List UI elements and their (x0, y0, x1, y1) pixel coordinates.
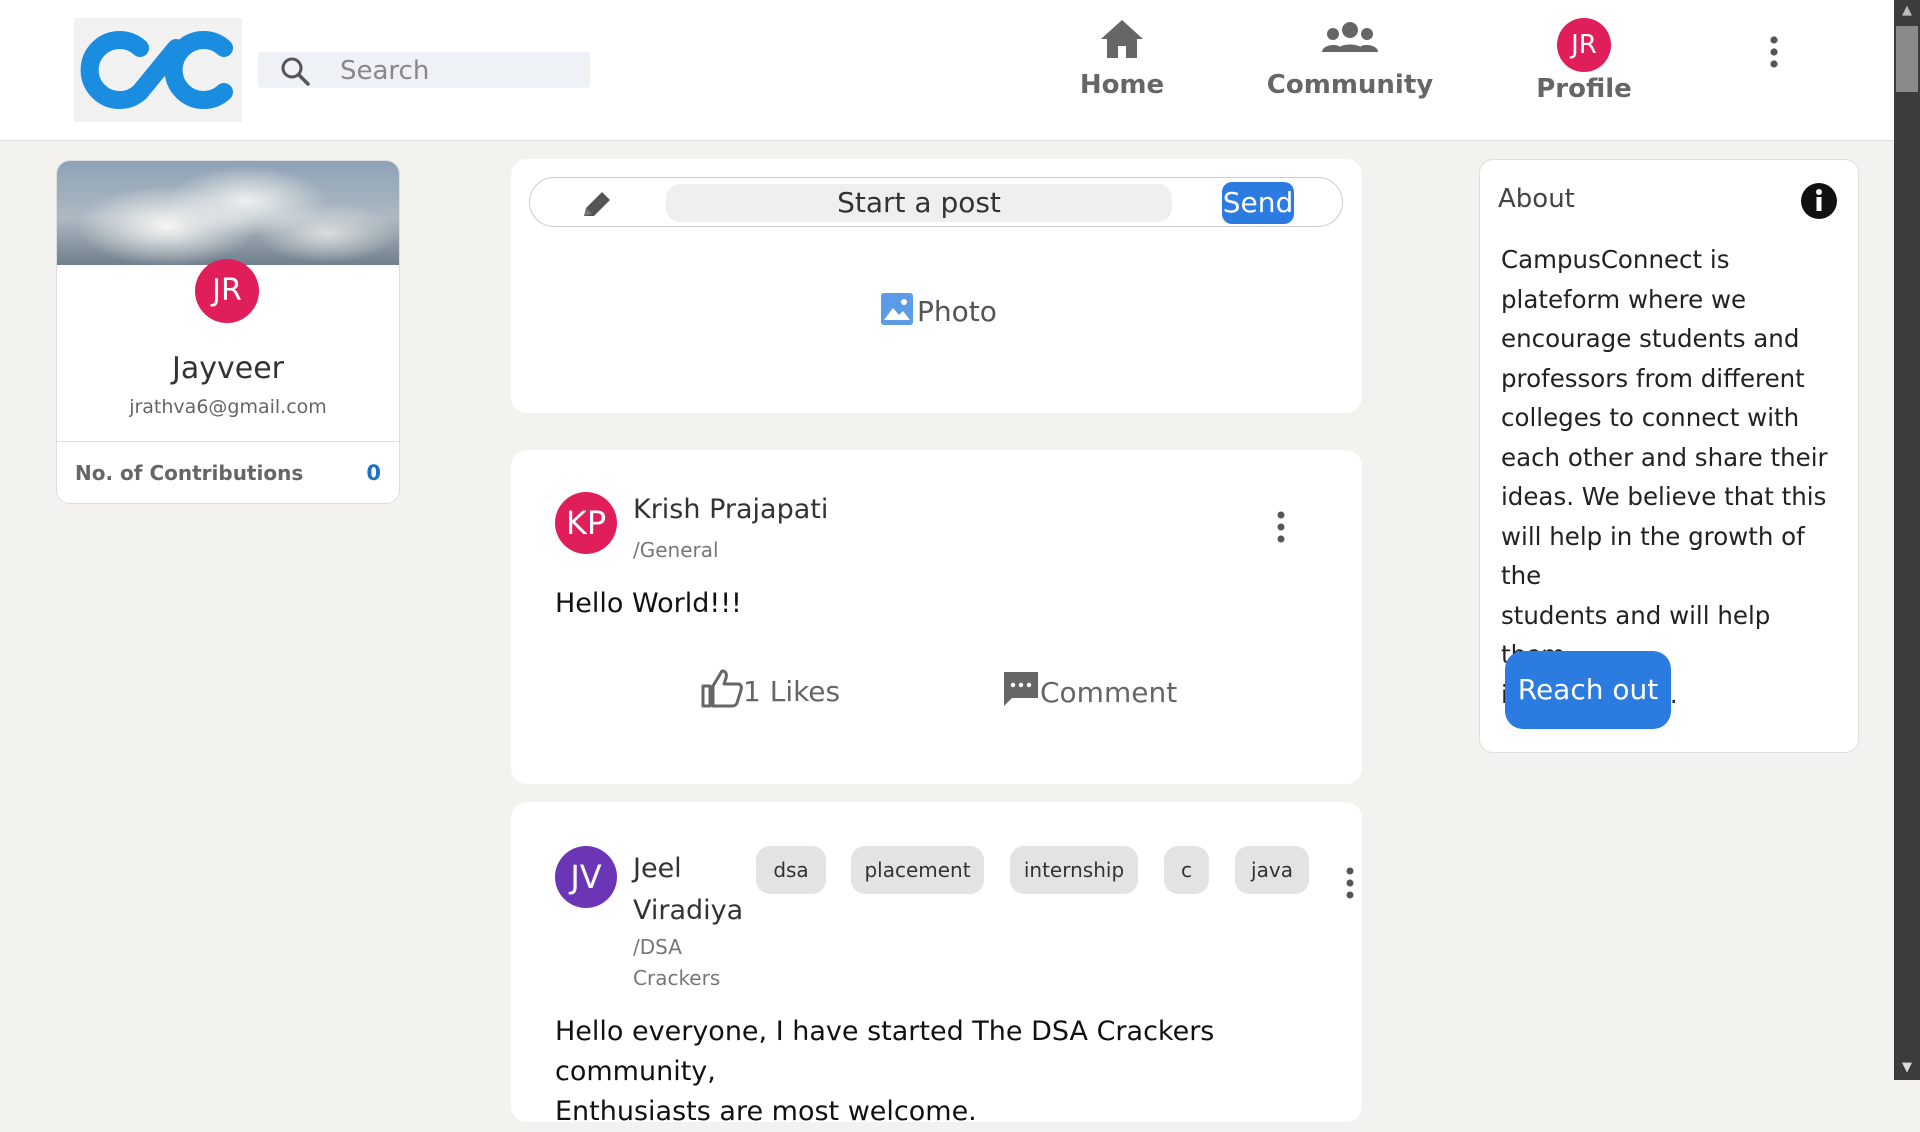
post-text-line2: Enthusiasts are most welcome. (555, 1096, 977, 1127)
nav-profile[interactable]: JR Profile (1484, 18, 1684, 104)
scroll-down-arrow-icon[interactable]: ▼ (1894, 1056, 1920, 1080)
profile-email: jrathva6@gmail.com (129, 396, 327, 418)
tag-chip[interactable]: placement (851, 846, 984, 894)
profile-card: JR Jayveer jrathva6@gmail.com No. of Con… (56, 160, 400, 504)
nav-home[interactable]: Home (1022, 18, 1222, 100)
top-navbar: Home Community JR Profile (0, 0, 1894, 141)
more-vertical-icon[interactable] (1275, 510, 1287, 548)
post-community[interactable]: /General (633, 538, 719, 562)
thumbs-up-icon (701, 668, 743, 715)
photo-icon (881, 293, 913, 329)
nav-profile-label: Profile (1536, 74, 1632, 104)
likes-count: 1 Likes (743, 675, 841, 708)
tag-chip[interactable]: internship (1010, 846, 1138, 894)
compose-row: Start a post Send (529, 177, 1343, 227)
post-card: KP Krish Prajapati /General Hello World!… (511, 450, 1362, 784)
post-community[interactable]: /DSA Crackers (633, 932, 720, 994)
pencil-icon[interactable] (580, 188, 614, 224)
campusconnect-logo[interactable] (74, 18, 242, 122)
post-text: Hello World!!! (555, 588, 742, 619)
about-line: will help in the growth of the (1501, 521, 1805, 591)
like-button[interactable]: 1 Likes (701, 668, 840, 715)
comment-label: Comment (1040, 676, 1178, 709)
about-line: ideas. We believe that this (1501, 482, 1827, 511)
about-card: About CampusConnect is plateform where w… (1479, 159, 1859, 753)
about-line: encourage students and (1501, 324, 1800, 353)
logo-mark (80, 31, 233, 109)
scroll-up-arrow-icon[interactable]: ▲ (1894, 0, 1920, 22)
search-icon[interactable] (280, 56, 310, 90)
photo-label: Photo (917, 294, 997, 328)
photo-button[interactable]: Photo (881, 293, 997, 329)
post-author-avatar[interactable]: KP (555, 492, 617, 554)
profile-cover-image (57, 161, 399, 265)
more-vertical-icon[interactable] (1768, 34, 1780, 74)
contributions-count: 0 (366, 460, 381, 485)
post-text: Hello everyone, I have started The DSA C… (555, 1012, 1362, 1132)
post-text-line1: Hello everyone, I have started The DSA C… (555, 1016, 1215, 1087)
more-vertical-icon[interactable] (1344, 866, 1356, 904)
home-icon (1099, 20, 1145, 64)
nav-home-label: Home (1079, 70, 1165, 100)
post-community-line2: Crackers (633, 966, 721, 990)
about-description: CampusConnect is plateform where we enco… (1501, 240, 1841, 714)
post-author-first-name: Jeel (633, 853, 682, 884)
page-scrollbar[interactable]: ▲ ▼ (1894, 0, 1920, 1080)
info-icon[interactable] (1800, 182, 1838, 224)
contributions-row: No. of Contributions 0 (57, 441, 399, 503)
nav-community-label: Community (1266, 70, 1434, 100)
profile-name[interactable]: Jayveer (57, 351, 399, 386)
tag-chip[interactable]: dsa (756, 846, 826, 894)
about-line: colleges to connect with (1501, 403, 1800, 432)
tag-chip[interactable]: java (1235, 846, 1309, 894)
tag-chip[interactable]: c (1164, 846, 1209, 894)
about-line: plateform where we (1501, 284, 1747, 314)
about-line: CampusConnect is (1501, 245, 1730, 274)
about-line: each other and share their (1501, 442, 1828, 472)
community-icon (1322, 22, 1378, 64)
nav-community[interactable]: Community (1250, 18, 1450, 100)
post-composer: Start a post Send Photo (511, 159, 1362, 413)
post-author-avatar[interactable]: JV (555, 846, 617, 908)
comment-icon (1002, 670, 1040, 715)
about-line: professors from different (1501, 363, 1805, 393)
search-bar (258, 52, 590, 88)
nav-profile-avatar: JR (1557, 18, 1611, 72)
scroll-thumb[interactable] (1896, 26, 1918, 92)
search-input[interactable] (338, 54, 572, 88)
reach-out-button[interactable]: Reach out (1505, 651, 1671, 729)
profile-avatar[interactable]: JR (195, 259, 259, 323)
send-button[interactable]: Send (1222, 182, 1294, 224)
comment-button[interactable]: Comment (1002, 670, 1177, 715)
start-post-input[interactable]: Start a post (666, 184, 1172, 222)
post-author-name[interactable]: Krish Prajapati (633, 494, 828, 525)
post-card: JV Jeel Viradiya /DSA Crackers dsa place… (511, 802, 1362, 1127)
post-author-last-name: Viradiya (633, 895, 744, 926)
post-community-line1: /DSA (633, 935, 682, 959)
contributions-label: No. of Contributions (75, 460, 304, 485)
post-author-name[interactable]: Jeel Viradiya (633, 848, 743, 932)
about-title: About (1498, 184, 1575, 214)
